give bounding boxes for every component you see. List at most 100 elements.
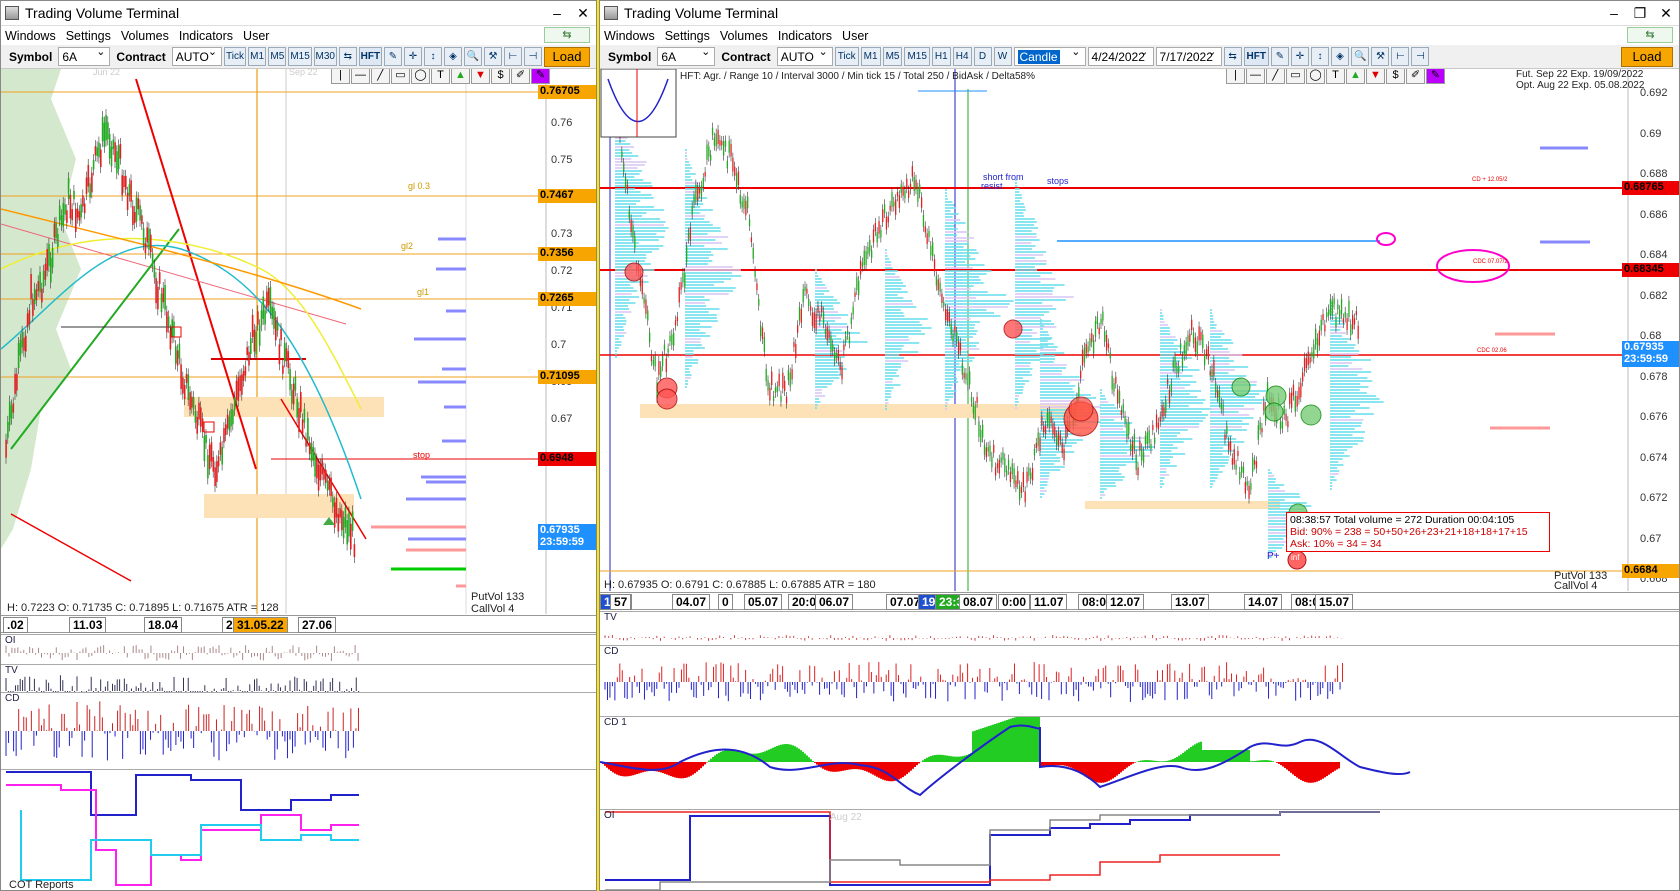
tf-d[interactable]: D [973, 47, 992, 66]
menu-settings[interactable]: Settings [66, 29, 111, 43]
buy-arrow-icon[interactable]: ▲ [1346, 69, 1365, 84]
tf-m15[interactable]: M15 [904, 47, 930, 66]
cd1-bar [1026, 717, 1028, 762]
candle-body [14, 373, 16, 394]
swap-icon[interactable]: ⇆ [1223, 47, 1242, 66]
pencil-icon[interactable]: ✎ [383, 47, 402, 66]
fit-icon[interactable]: ◈ [1330, 47, 1349, 66]
brush-icon[interactable]: ✐ [511, 69, 530, 84]
refresh-icon[interactable]: ⇆ [544, 27, 590, 43]
close-icon[interactable]: ✕ [570, 5, 596, 22]
symbol-select[interactable]: 6A [58, 45, 111, 66]
minimize-icon[interactable]: – [544, 5, 570, 21]
tf-m5[interactable]: M5 [268, 47, 287, 66]
ellipse-tool-icon[interactable]: ◯ [1306, 69, 1325, 84]
buy-arrow-icon[interactable]: ▲ [451, 69, 470, 84]
fit-icon[interactable]: ◈ [443, 47, 462, 66]
level-icon[interactable]: ⊢ [1391, 47, 1410, 66]
tf-m1[interactable]: M1 [247, 47, 267, 66]
symbol-select[interactable]: 6A [657, 45, 716, 66]
hammer-icon[interactable]: ⚒ [1371, 47, 1390, 66]
profile-bar [1210, 447, 1224, 449]
contract-select[interactable]: AUTO [171, 45, 223, 66]
tf-tick[interactable]: Tick [834, 47, 859, 66]
level-icon[interactable]: ⊢ [503, 47, 522, 66]
rect-tool-icon[interactable]: ▭ [1286, 69, 1305, 84]
left-price-chart[interactable]: Jun 22 Sep 22 gl 0.3 gl2 gl1 stop | — ╱ … [1, 69, 596, 614]
tf-m5[interactable]: M5 [882, 47, 903, 66]
chart-type-select[interactable]: Candle [1013, 45, 1086, 66]
hft-button[interactable]: HFT [1243, 47, 1269, 66]
cd1-bar [1230, 750, 1232, 762]
date-to-field[interactable]: 7/17/2022 [1155, 45, 1222, 66]
tf-h4[interactable]: H4 [952, 47, 972, 66]
profile-bar [615, 350, 617, 352]
swap-icon[interactable]: ⇆ [338, 47, 357, 66]
zoom-icon[interactable]: 🔍 [1350, 47, 1370, 66]
text-tool-icon[interactable]: T [1326, 69, 1345, 84]
color-picker-icon[interactable]: ✎ [531, 69, 550, 84]
minimize-icon[interactable]: – [1601, 5, 1627, 21]
sell-arrow-icon[interactable]: ▼ [471, 69, 490, 84]
menu-volumes[interactable]: Volumes [121, 29, 169, 43]
hft-button[interactable]: HFT [358, 47, 382, 66]
ruler-icon[interactable]: ⊣ [1411, 47, 1430, 66]
profile-bar [615, 281, 649, 283]
oi-lines [605, 811, 1380, 890]
profile-bar [945, 288, 971, 290]
rect-tool-icon[interactable]: ▭ [391, 69, 410, 84]
tf-m1[interactable]: M1 [860, 47, 881, 66]
crosshair-icon[interactable]: ✛ [1290, 47, 1309, 66]
scale-icon[interactable]: ↕ [1310, 47, 1329, 66]
tf-w[interactable]: W [993, 47, 1012, 66]
hline-tool-icon[interactable]: — [1246, 69, 1265, 84]
dollar-icon[interactable]: $ [491, 69, 510, 84]
menu-indicators[interactable]: Indicators [179, 29, 233, 43]
line-tool-icon[interactable]: ╱ [371, 69, 390, 84]
menu-user[interactable]: User [842, 29, 868, 43]
line-tool-icon[interactable]: ╱ [1266, 69, 1285, 84]
tf-tick[interactable]: Tick [224, 47, 246, 66]
candle-body [205, 434, 207, 444]
right-price-chart[interactable]: HFT: Agr. / Range 10 / Interval 3000 / M… [600, 69, 1679, 591]
brush-icon[interactable]: ✐ [1406, 69, 1425, 84]
text-tool-icon[interactable]: T [431, 69, 450, 84]
dollar-icon[interactable]: $ [1386, 69, 1405, 84]
load-button[interactable]: Load [1621, 46, 1673, 67]
maximize-icon[interactable]: ❐ [1627, 5, 1653, 22]
menu-indicators[interactable]: Indicators [778, 29, 832, 43]
profile-bar [685, 362, 699, 364]
profile-bar [1100, 494, 1106, 496]
date-from-field[interactable]: 4/24/2022 [1087, 45, 1154, 66]
tf-h1[interactable]: H1 [931, 47, 951, 66]
refresh-icon[interactable]: ⇆ [1627, 27, 1673, 43]
load-button[interactable]: Load [543, 46, 591, 67]
profile-bar [945, 387, 952, 389]
menu-windows[interactable]: Windows [604, 29, 655, 43]
ruler-icon[interactable]: ⊣ [523, 47, 542, 66]
cd1-bar [1130, 762, 1132, 765]
vline-tool-icon[interactable]: | [1226, 69, 1245, 84]
close-icon[interactable]: ✕ [1653, 5, 1679, 22]
tf-m30[interactable]: M30 [313, 47, 337, 66]
tf-m15[interactable]: M15 [288, 47, 312, 66]
profile-bar [685, 287, 736, 289]
candle-body [896, 191, 899, 197]
scale-icon[interactable]: ↕ [423, 47, 442, 66]
hammer-icon[interactable]: ⚒ [483, 47, 502, 66]
sell-arrow-icon[interactable]: ▼ [1366, 69, 1385, 84]
menu-windows[interactable]: Windows [5, 29, 56, 43]
profile-bar [1015, 371, 1031, 373]
profile-bar [1015, 185, 1018, 187]
menu-settings[interactable]: Settings [665, 29, 710, 43]
contract-select[interactable]: AUTO [776, 45, 833, 66]
color-picker-icon[interactable]: ✎ [1426, 69, 1445, 84]
crosshair-icon[interactable]: ✛ [403, 47, 422, 66]
ellipse-tool-icon[interactable]: ◯ [411, 69, 430, 84]
menu-user[interactable]: User [243, 29, 269, 43]
menu-volumes[interactable]: Volumes [720, 29, 768, 43]
pencil-icon[interactable]: ✎ [1270, 47, 1289, 66]
zoom-icon[interactable]: 🔍 [463, 47, 482, 66]
vline-tool-icon[interactable]: | [331, 69, 350, 84]
hline-tool-icon[interactable]: — [351, 69, 370, 84]
